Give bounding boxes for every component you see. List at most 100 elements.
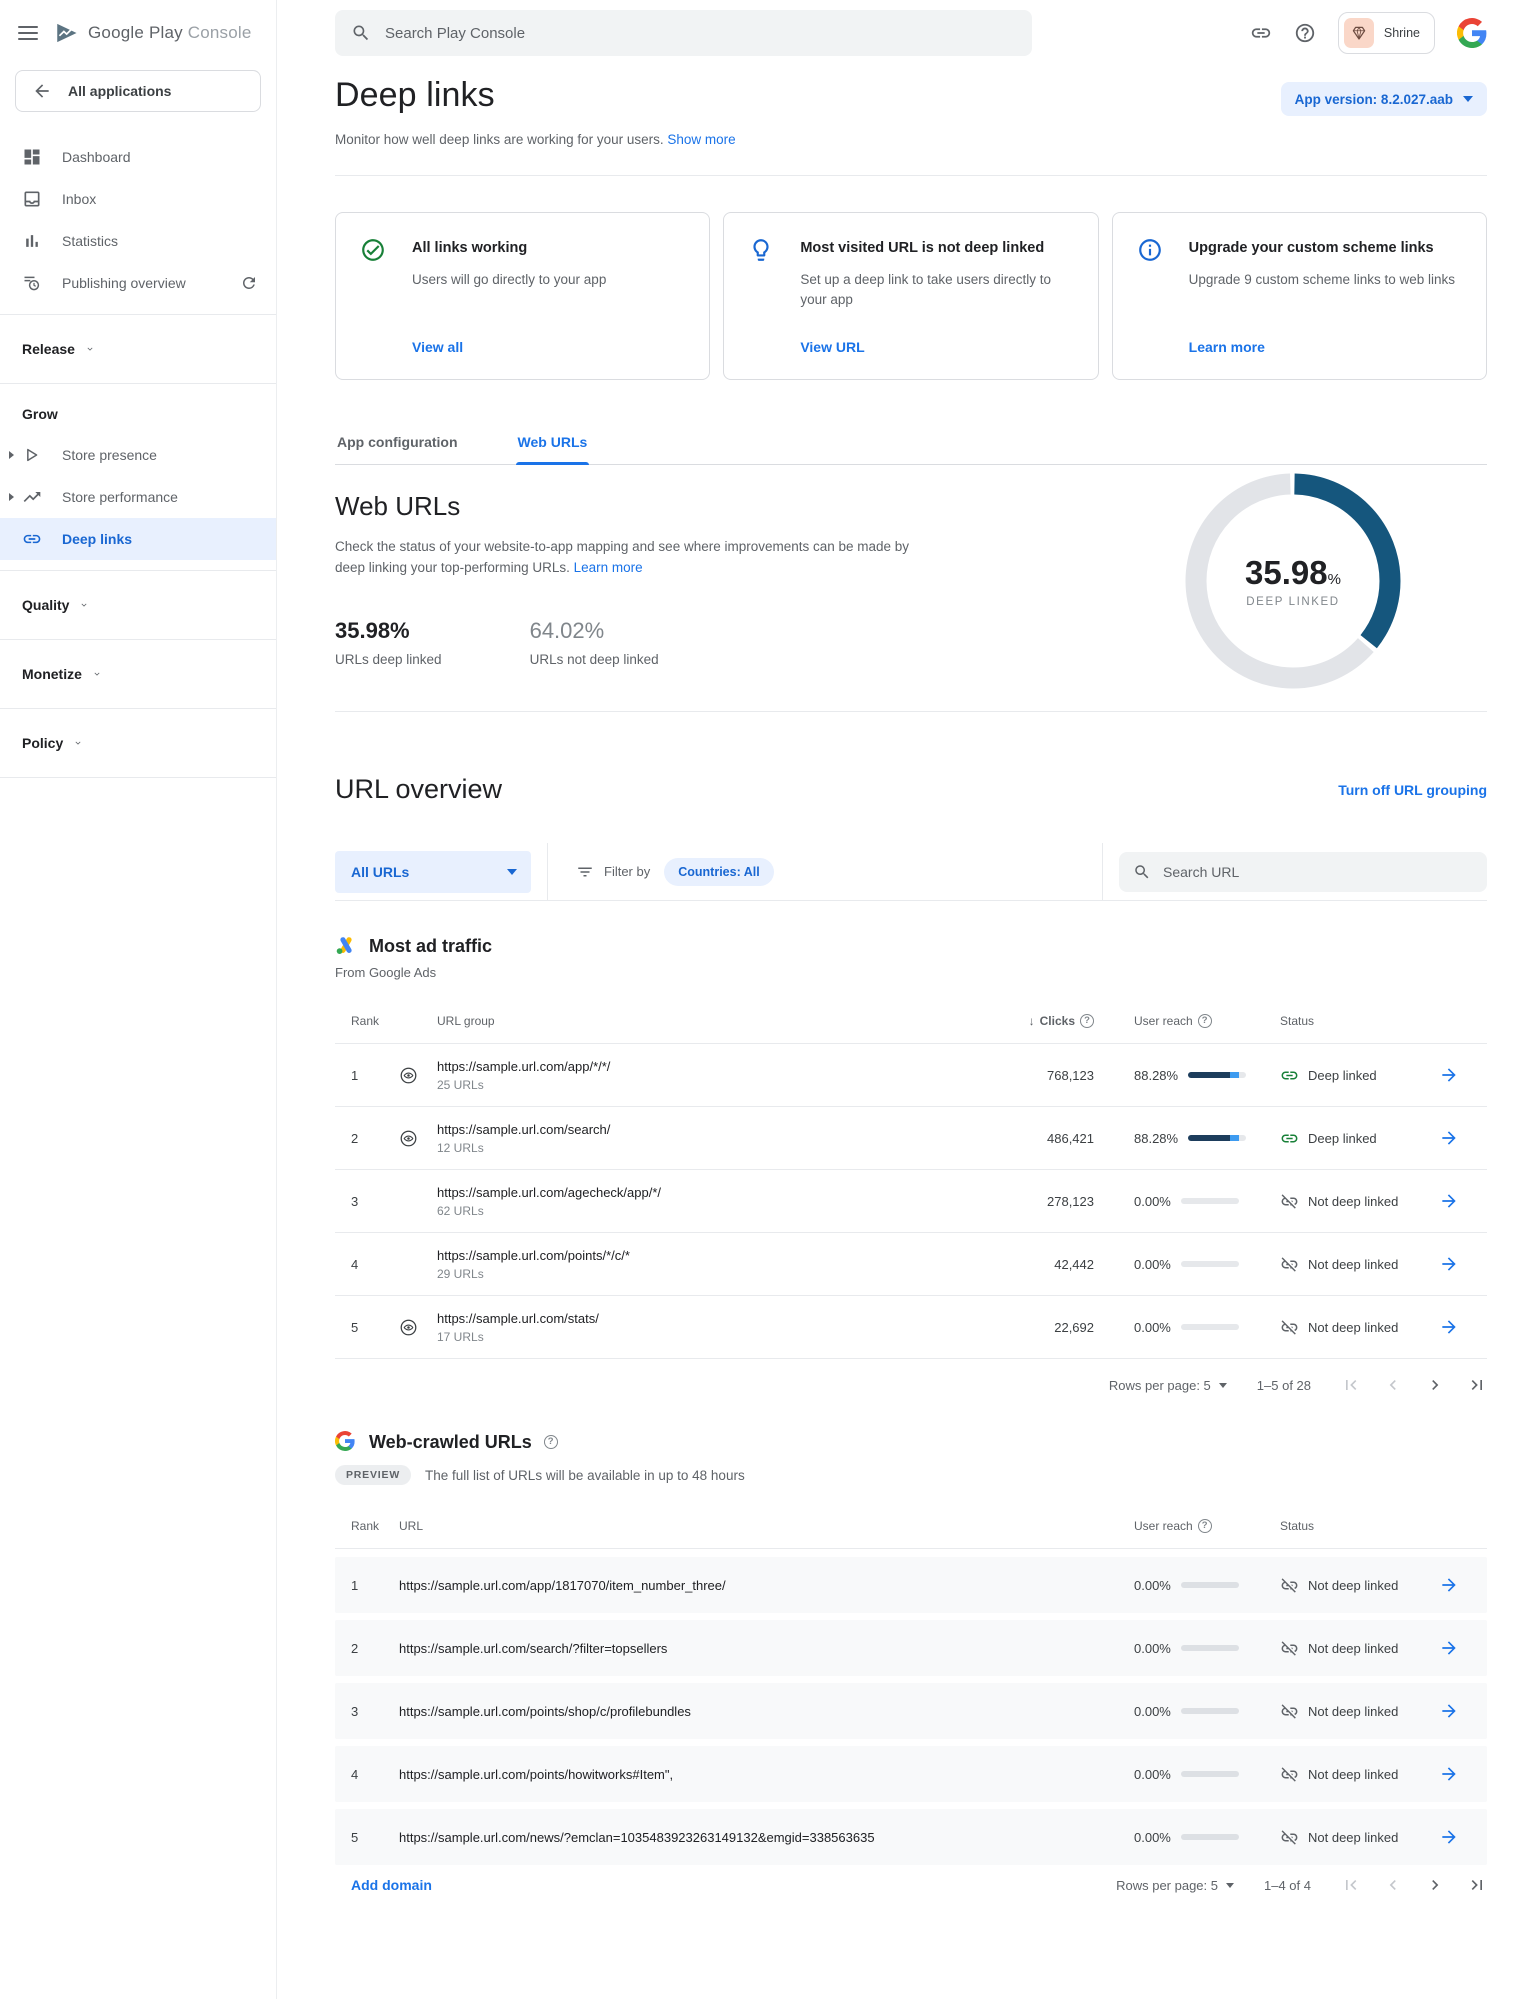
preview-eye-icon[interactable]	[399, 1318, 418, 1337]
table-row[interactable]: 5 https://sample.url.com/stats/17 URLs 2…	[335, 1296, 1487, 1359]
row-detail-arrow[interactable]	[1439, 1254, 1459, 1274]
view-all-link[interactable]: View all	[412, 339, 685, 355]
sidebar-section-quality[interactable]: Quality	[0, 581, 276, 629]
tab-web-urls[interactable]: Web URLs	[516, 426, 590, 464]
reach-value: 0.00%	[1134, 1767, 1171, 1782]
table-row[interactable]: 4 https://sample.url.com/points/*/c/*29 …	[335, 1233, 1487, 1296]
view-url-link[interactable]: View URL	[800, 339, 1073, 355]
diamond-icon	[1350, 24, 1368, 42]
all-applications-button[interactable]: All applications	[15, 70, 261, 112]
clicks-value: 42,442	[976, 1257, 1094, 1272]
countries-filter-chip[interactable]: Countries: All	[664, 858, 773, 886]
url-search-input[interactable]	[1163, 864, 1463, 880]
tab-app-configuration[interactable]: App configuration	[335, 426, 460, 464]
col-status: Status	[1254, 1014, 1439, 1028]
sidebar-section-policy[interactable]: Policy	[0, 719, 276, 767]
reach-bar	[1181, 1198, 1239, 1204]
section-label: Monetize	[22, 666, 82, 682]
app-avatar	[1344, 18, 1374, 48]
table-row[interactable]: 3 https://sample.url.com/points/shop/c/p…	[335, 1683, 1487, 1739]
rows-per-page-dropdown[interactable]: Rows per page: 5	[1109, 1378, 1227, 1393]
donut-unit: %	[1328, 571, 1341, 588]
table-row[interactable]: 4 https://sample.url.com/points/howitwor…	[335, 1746, 1487, 1802]
sidebar-item-statistics[interactable]: Statistics	[0, 220, 276, 262]
url-overview-heading: URL overview	[335, 774, 502, 805]
chevron-down-icon	[92, 669, 102, 679]
learn-more-link[interactable]: Learn more	[574, 560, 643, 575]
chevron-down-icon	[85, 344, 95, 354]
table-row[interactable]: 3 https://sample.url.com/agecheck/app/*/…	[335, 1170, 1487, 1233]
url-search[interactable]	[1119, 852, 1487, 892]
row-detail-arrow[interactable]	[1439, 1638, 1459, 1658]
menu-icon[interactable]	[18, 26, 38, 40]
table-row[interactable]: 2 https://sample.url.com/search/12 URLs …	[335, 1107, 1487, 1170]
row-detail-arrow[interactable]	[1439, 1575, 1459, 1595]
expand-arrow-icon[interactable]	[9, 451, 14, 459]
refresh-icon[interactable]	[240, 274, 258, 292]
help-icon[interactable]: ?	[1198, 1014, 1212, 1028]
last-page-icon[interactable]	[1467, 1875, 1487, 1895]
google-ads-icon	[335, 935, 357, 957]
sidebar-item-deep-links[interactable]: Deep links	[0, 518, 276, 560]
url-scope-dropdown[interactable]: All URLs	[335, 851, 531, 893]
app-switcher-chip[interactable]: Shrine	[1338, 12, 1435, 54]
sidebar-section-release[interactable]: Release	[0, 325, 276, 373]
sidebar-section-monetize[interactable]: Monetize	[0, 650, 276, 698]
card-title: Upgrade your custom scheme links	[1189, 240, 1462, 256]
previous-page-icon[interactable]	[1383, 1375, 1403, 1395]
turn-off-url-grouping-link[interactable]: Turn off URL grouping	[1338, 782, 1487, 798]
sort-desc-icon: ↓	[1029, 1014, 1035, 1028]
row-detail-arrow[interactable]	[1439, 1317, 1459, 1337]
sidebar-item-dashboard[interactable]: Dashboard	[0, 136, 276, 178]
preview-eye-icon[interactable]	[399, 1129, 418, 1148]
first-page-icon[interactable]	[1341, 1375, 1361, 1395]
global-search-input[interactable]	[385, 25, 945, 42]
preview-eye-icon[interactable]	[399, 1066, 418, 1085]
status-label: Not deep linked	[1308, 1830, 1398, 1845]
link-shortcut-icon[interactable]	[1250, 22, 1272, 44]
row-detail-arrow[interactable]	[1439, 1701, 1459, 1721]
help-icon[interactable]	[1294, 22, 1316, 44]
not-deep-linked-icon	[1280, 1765, 1299, 1784]
row-rank: 2	[351, 1641, 399, 1656]
help-icon[interactable]: ?	[1198, 1519, 1212, 1533]
next-page-icon[interactable]	[1425, 1875, 1445, 1895]
row-detail-arrow[interactable]	[1439, 1764, 1459, 1784]
col-rank: Rank	[351, 1519, 399, 1533]
sidebar-item-store-performance[interactable]: Store performance	[0, 476, 276, 518]
row-detail-arrow[interactable]	[1439, 1065, 1459, 1085]
row-detail-arrow[interactable]	[1439, 1128, 1459, 1148]
help-icon[interactable]: ?	[544, 1435, 558, 1449]
not-deep-linked-icon	[1280, 1318, 1299, 1337]
learn-more-link[interactable]: Learn more	[1189, 339, 1462, 355]
add-domain-link[interactable]: Add domain	[335, 1877, 432, 1893]
col-clicks[interactable]: ↓Clicks?	[1029, 1014, 1094, 1028]
table-row[interactable]: 1 https://sample.url.com/app/1817070/ite…	[335, 1557, 1487, 1613]
back-arrow-icon	[32, 81, 52, 101]
info-circle-icon	[1137, 237, 1163, 263]
reach-value: 88.28%	[1134, 1068, 1178, 1083]
show-more-link[interactable]: Show more	[667, 132, 735, 147]
google-account-avatar[interactable]	[1457, 18, 1487, 48]
table-row[interactable]: 1 https://sample.url.com/app/*/*/25 URLs…	[335, 1044, 1487, 1107]
sidebar-item-inbox[interactable]: Inbox	[0, 178, 276, 220]
col-user-reach: User reach?	[1134, 1519, 1212, 1533]
help-icon[interactable]: ?	[1080, 1014, 1094, 1028]
row-detail-arrow[interactable]	[1439, 1191, 1459, 1211]
previous-page-icon[interactable]	[1383, 1875, 1403, 1895]
lightbulb-icon	[748, 237, 774, 263]
table-row[interactable]: 2 https://sample.url.com/search/?filter=…	[335, 1620, 1487, 1676]
next-page-icon[interactable]	[1425, 1375, 1445, 1395]
stat-label: URLs not deep linked	[530, 652, 659, 667]
rows-per-page-dropdown[interactable]: Rows per page: 5	[1116, 1878, 1234, 1893]
status-label: Deep linked	[1308, 1131, 1377, 1146]
app-version-selector[interactable]: App version: 8.2.027.aab	[1281, 82, 1487, 116]
last-page-icon[interactable]	[1467, 1375, 1487, 1395]
sidebar-item-store-presence[interactable]: Store presence	[0, 434, 276, 476]
expand-arrow-icon[interactable]	[9, 493, 14, 501]
global-search[interactable]	[335, 10, 1032, 56]
row-detail-arrow[interactable]	[1439, 1827, 1459, 1847]
first-page-icon[interactable]	[1341, 1875, 1361, 1895]
table-row[interactable]: 5 https://sample.url.com/news/?emclan=10…	[335, 1809, 1487, 1865]
sidebar-item-publishing-overview[interactable]: Publishing overview	[0, 262, 276, 304]
